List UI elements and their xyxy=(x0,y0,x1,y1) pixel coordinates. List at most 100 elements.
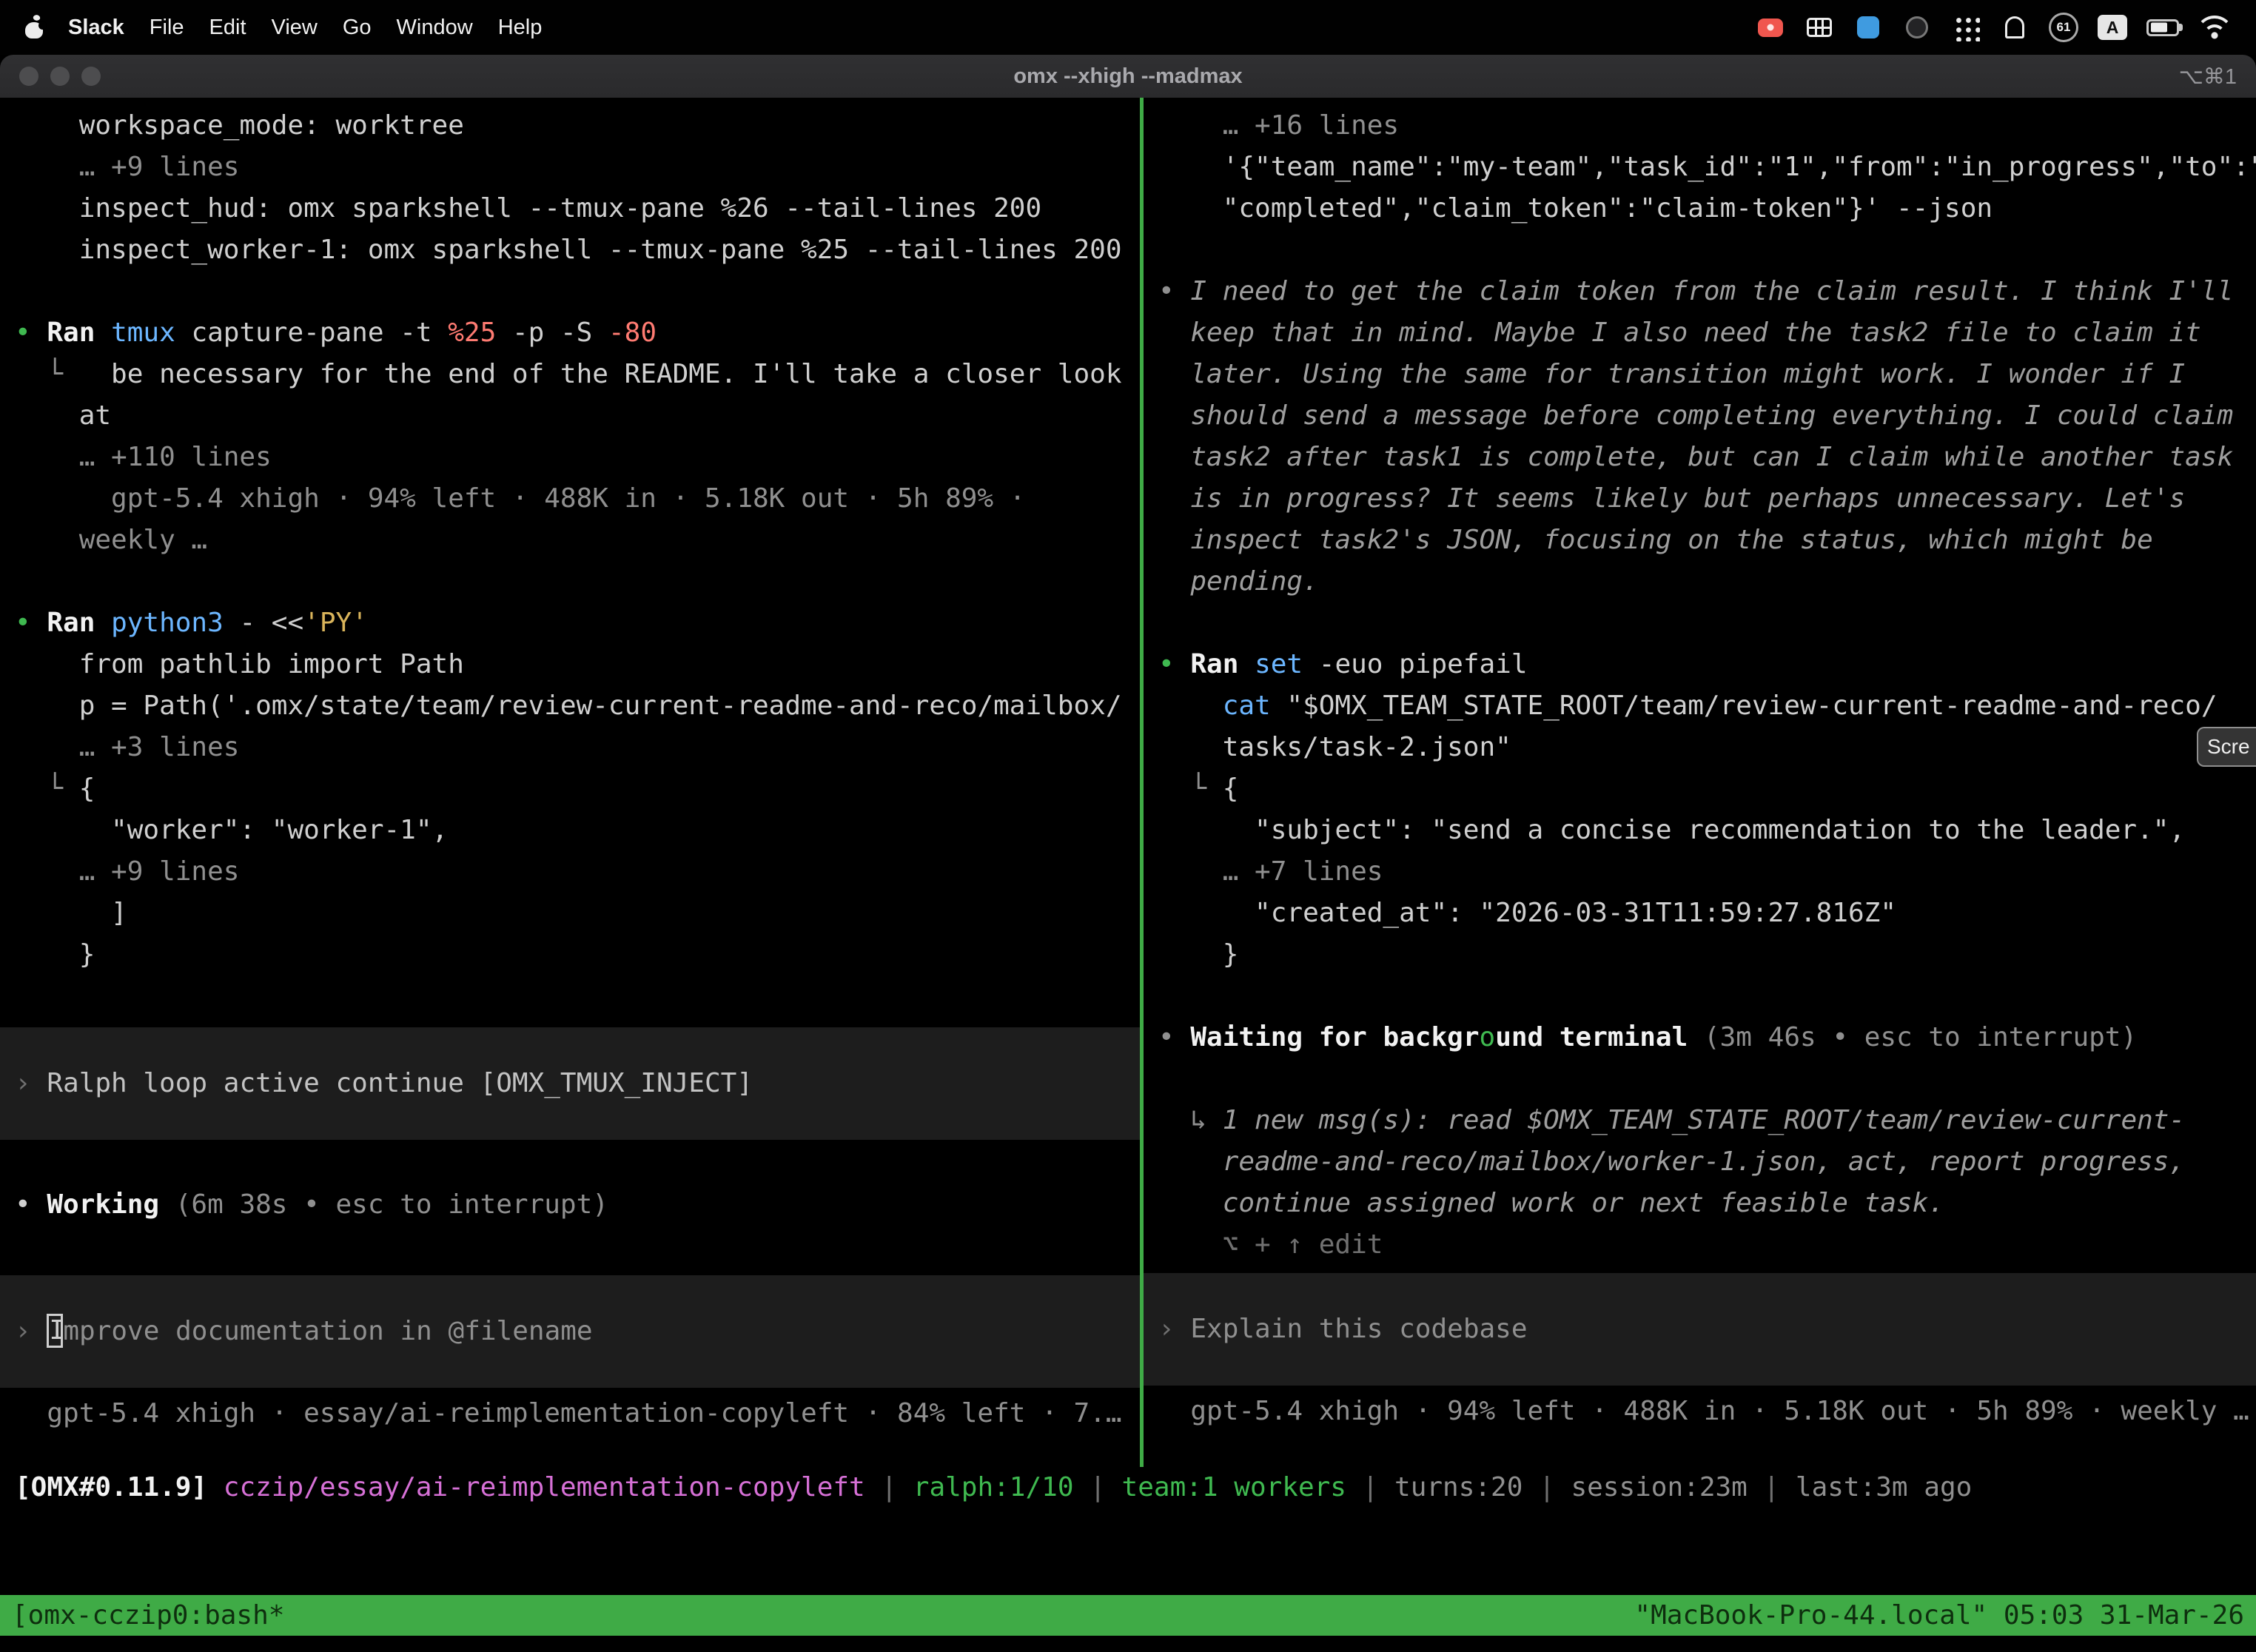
terminal-line: └ { xyxy=(0,768,1140,810)
text-segment: ] xyxy=(15,898,127,928)
text-segment: • xyxy=(1158,1022,1190,1052)
terminal-line: '{"team_name":"my-team","task_id":"1","f… xyxy=(1144,147,2256,188)
text-segment: gpt-5.4 xhigh · 94% left · 488K in · 5.1… xyxy=(15,483,1025,514)
ralph-loop-status-row[interactable]: › Ralph loop active continue [OMX_TMUX_I… xyxy=(0,1027,1140,1140)
terminal-line: … +9 lines xyxy=(0,851,1140,893)
terminal-line: inspect_worker-1: omx sparkshell --tmux-… xyxy=(0,229,1140,271)
battery-percent-icon[interactable]: 61 xyxy=(2049,13,2078,42)
ran-set-line: • Ran set -euo pipefail xyxy=(1144,644,2256,685)
menu-edit[interactable]: Edit xyxy=(209,16,246,40)
text-segment: capture-pane -t xyxy=(175,318,448,348)
text-segment: { xyxy=(1223,773,1239,804)
terminal-line: … +9 lines xyxy=(0,147,1140,188)
input-source-icon[interactable]: A xyxy=(2098,15,2127,40)
menu-go[interactable]: Go xyxy=(343,16,372,40)
terminal-line: "completed","claim_token":"claim-token"}… xyxy=(1144,188,2256,229)
tmux-host-clock-label: "MacBook-Pro-44.local" 05:03 31-Mar-26 xyxy=(1634,1600,2244,1631)
window-title: omx --xhigh --madmax xyxy=(1013,64,1242,89)
text-segment: Explain this codebase xyxy=(1190,1314,1527,1344)
terminal-line: "worker": "worker-1", xyxy=(0,810,1140,851)
text-segment: "created_at": "2026-03-31T11:59:27.816Z" xyxy=(1158,898,1896,928)
app-menu-title[interactable]: Slack xyxy=(68,16,124,40)
text-cursor: I xyxy=(47,1314,63,1348)
text-segment: Working xyxy=(47,1189,175,1220)
text-segment: … +9 lines xyxy=(15,856,239,887)
text-segment: %25 xyxy=(448,318,496,348)
text-segment: … +9 lines xyxy=(15,152,239,182)
terminal-line: } xyxy=(1144,934,2256,976)
terminal-line: … +3 lines xyxy=(0,727,1140,768)
text-segment: pending. xyxy=(1158,566,1319,597)
title-bar[interactable]: omx --xhigh --madmax ⌥⌘1 xyxy=(0,55,2256,98)
text-segment: … +16 lines xyxy=(1158,110,1399,141)
edit-hint-line: ⌥ + ↑ edit xyxy=(1144,1224,2256,1266)
text-segment: Ran xyxy=(47,608,111,638)
terminal-line: └ be necessary for the end of the README… xyxy=(0,354,1140,395)
menu-items: File Edit View Go Window Help xyxy=(150,16,543,40)
right-terminal-pane[interactable]: … +16 lines '{"team_name":"my-team","tas… xyxy=(1144,98,2256,1467)
terminal-line: … +110 lines xyxy=(0,437,1140,478)
menu-window[interactable]: Window xyxy=(397,16,473,40)
text-segment: | xyxy=(865,1472,913,1502)
minimize-button[interactable] xyxy=(50,67,70,86)
ran-tmux-capture-line: • Ran tmux capture-pane -t %25 -p -S -80 xyxy=(0,312,1140,354)
wifi-icon[interactable] xyxy=(2198,16,2231,39)
left-terminal-pane[interactable]: workspace_mode: worktree … +9 lines insp… xyxy=(0,98,1140,1467)
text-segment: -euo pipefail xyxy=(1303,649,1527,679)
menu-file[interactable]: File xyxy=(150,16,184,40)
text-segment: keep that in mind. Maybe I also need the… xyxy=(1158,318,2201,348)
terminal-line: readme-and-reco/mailbox/worker-1.json, a… xyxy=(1144,1141,2256,1183)
bottom-strip xyxy=(0,1636,2256,1652)
spacer xyxy=(0,1388,1140,1393)
window-shortcut-hint: ⌥⌘1 xyxy=(2178,64,2237,90)
spacer xyxy=(0,1140,1140,1184)
menu-help[interactable]: Help xyxy=(498,16,543,40)
text-segment: cczip/essay/ai-reimplementation-copyleft xyxy=(224,1472,865,1502)
dark-app-icon[interactable] xyxy=(1902,11,1932,44)
text-segment: p = Path('.omx/state/team/review-current… xyxy=(15,691,1122,721)
mailbox-message-line: ↳ 1 new msg(s): read $OMX_TEAM_STATE_ROO… xyxy=(1144,1100,2256,1141)
text-segment xyxy=(1158,691,1223,721)
suggestion-row[interactable]: › Explain this codebase xyxy=(1144,1273,2256,1386)
text-segment: cat xyxy=(1223,691,1287,721)
menu-view[interactable]: View xyxy=(272,16,318,40)
text-segment: (3m 46s • esc to interrupt) xyxy=(1704,1022,2137,1052)
terminal-window: omx --xhigh --madmax ⌥⌘1 workspace_mode:… xyxy=(0,55,2256,1652)
screenshot-toast[interactable]: Scre xyxy=(2197,727,2256,767)
apple-menu-icon[interactable] xyxy=(25,16,43,38)
text-segment: (6m 38s • esc to interrupt) xyxy=(175,1189,608,1220)
text-segment: └ xyxy=(15,359,111,389)
text-segment: › xyxy=(1158,1314,1190,1344)
menu-status-icons: 61 A xyxy=(1756,11,2231,44)
text-segment: weekly … xyxy=(15,525,207,555)
text-segment: └ xyxy=(1158,773,1223,804)
text-segment: Ralph loop active continue [OMX_TMUX_INJ… xyxy=(47,1068,753,1098)
ghost-icon[interactable] xyxy=(2000,11,2030,44)
prompt-input-row[interactable]: › Improve documentation in @filename xyxy=(0,1275,1140,1388)
tmux-session-label: [omx-cczip0:bash* xyxy=(12,1600,284,1631)
spacer xyxy=(0,271,1140,312)
text-segment: • xyxy=(15,1189,47,1220)
text-segment: - << xyxy=(224,608,303,638)
text-segment: Ran xyxy=(47,318,111,348)
text-segment: › xyxy=(15,1316,47,1346)
menu-bar: Slack File Edit View Go Window Help 61 A xyxy=(0,0,2256,55)
text-segment: continue assigned work or next feasible … xyxy=(1158,1188,1944,1218)
screen-recording-icon[interactable] xyxy=(1756,11,1785,44)
zoom-button[interactable] xyxy=(81,67,101,86)
close-button[interactable] xyxy=(19,67,38,86)
text-segment: last:3m ago xyxy=(1796,1472,1972,1502)
text-segment: [OMX#0.11.9] xyxy=(15,1472,207,1502)
grid-icon[interactable] xyxy=(1805,11,1834,44)
working-status-line: • Working (6m 38s • esc to interrupt) xyxy=(0,1184,1140,1226)
dots-grid-icon[interactable] xyxy=(1951,11,1981,44)
terminal-line: p = Path('.omx/state/team/review-current… xyxy=(0,685,1140,727)
text-segment: mprove documentation in @filename xyxy=(63,1316,592,1346)
terminal-line: workspace_mode: worktree xyxy=(0,105,1140,147)
terminal-line: from pathlib import Path xyxy=(0,644,1140,685)
terminal-line: pending. xyxy=(1144,561,2256,602)
battery-icon[interactable] xyxy=(2146,19,2179,36)
blue-app-icon[interactable] xyxy=(1853,11,1883,44)
text-segment: … +110 lines xyxy=(15,442,272,472)
terminal-split: workspace_mode: worktree … +9 lines insp… xyxy=(0,98,2256,1467)
